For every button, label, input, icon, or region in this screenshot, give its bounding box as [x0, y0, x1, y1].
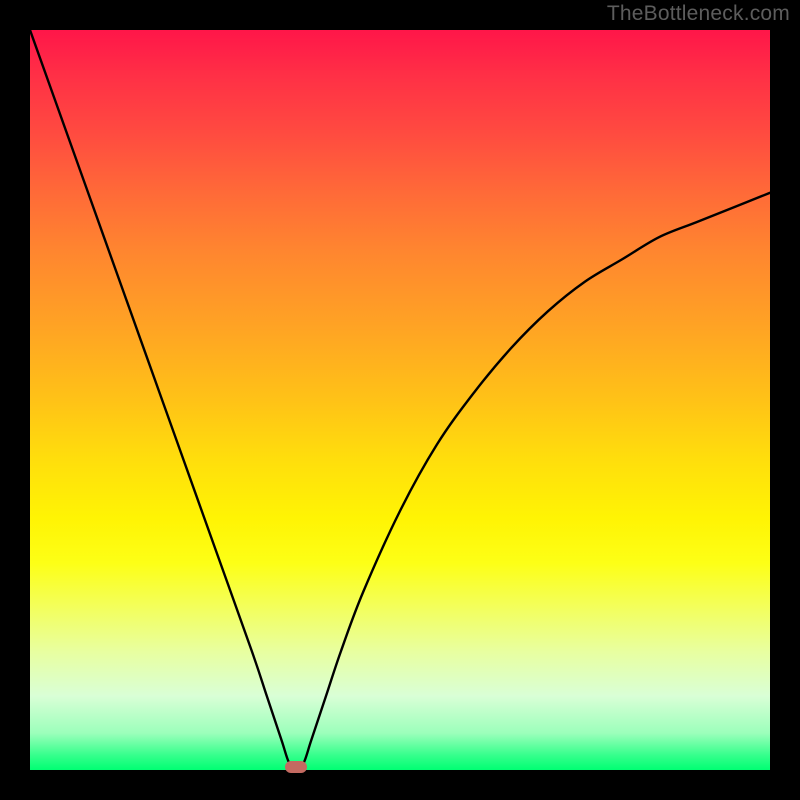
bottleneck-curve — [30, 30, 770, 770]
watermark-text: TheBottleneck.com — [607, 2, 790, 26]
optimal-marker — [285, 761, 307, 773]
plot-area — [30, 30, 770, 770]
chart-frame: TheBottleneck.com — [0, 0, 800, 800]
